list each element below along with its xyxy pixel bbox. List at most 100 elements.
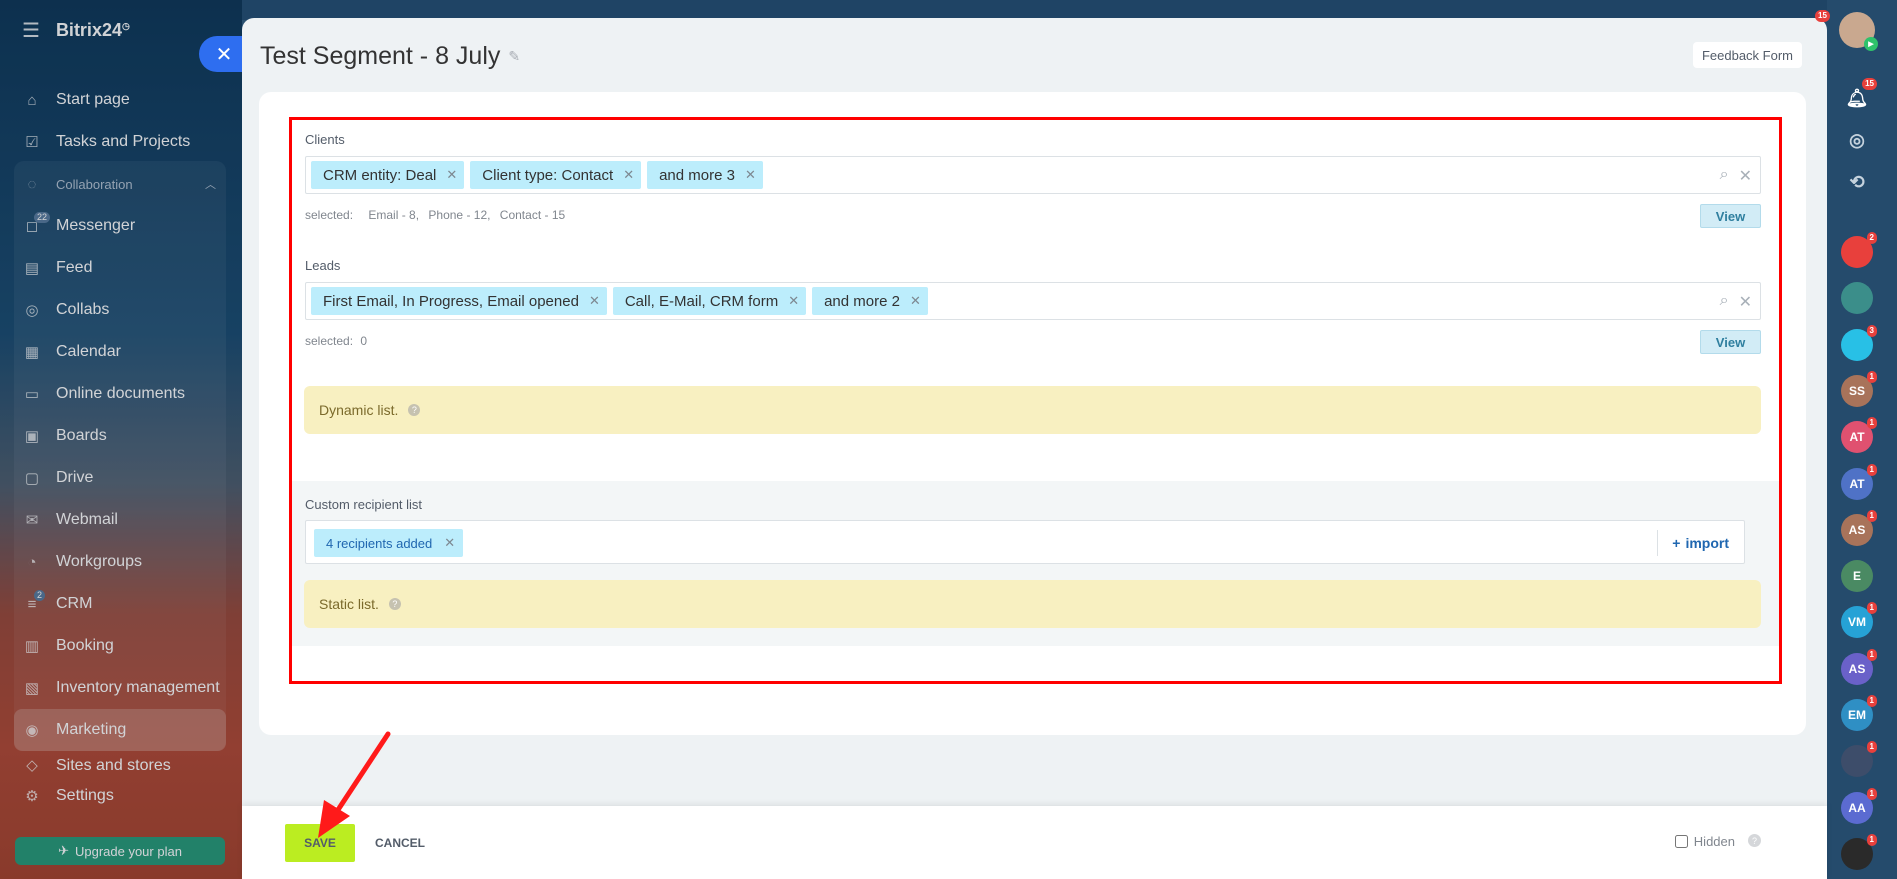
- remove-tag-icon[interactable]: ✕: [446, 167, 457, 183]
- unread-count-badge: 3: [1866, 324, 1877, 337]
- page-title-text: Test Segment - 8 July: [260, 42, 501, 70]
- contact-avatar[interactable]: E: [1841, 560, 1873, 593]
- tag-label: First Email, In Progress, Email opened: [323, 292, 579, 310]
- notifications-count-badge: 15: [1862, 78, 1877, 90]
- target-icon: ◎: [1849, 129, 1865, 150]
- tag-label: CRM entity: Deal: [323, 166, 437, 184]
- contact-avatar[interactable]: SS 1: [1841, 370, 1877, 407]
- contact-avatar[interactable]: VM 1: [1841, 602, 1877, 639]
- search-panel-button[interactable]: ⟲: [1841, 166, 1873, 198]
- tag-label: and more 3: [659, 166, 735, 184]
- right-panel: 15 ▶ 🔔︎ 15 ◎ ⟲ 2 3 SS 1 AT 1 AT 1 AS 1 E VM 1 AS 1 EM 1 1…: [1815, 0, 1897, 879]
- feedback-form-button[interactable]: Feedback Form: [1692, 42, 1802, 68]
- avatar-initials: AS: [1848, 522, 1866, 537]
- unread-count-badge: 1: [1866, 602, 1877, 615]
- selected-contact-count: Contact - 15: [499, 208, 566, 222]
- tag-label: and more 2: [824, 292, 900, 310]
- selected-phone-count: Phone - 12,: [428, 208, 491, 222]
- clients-selected-summary: selected: Email - 8, Phone - 12, Contact…: [305, 208, 565, 222]
- tag-label: Call, E-Mail, CRM form: [624, 292, 779, 310]
- avatar-initials: AA: [1848, 800, 1866, 815]
- contact-avatar[interactable]: AS 1: [1841, 509, 1877, 546]
- recipients-tag[interactable]: 4 recipients added ✕: [314, 529, 464, 557]
- unread-count-badge: 1: [1866, 787, 1877, 800]
- selected-label: selected:: [305, 208, 354, 222]
- contact-avatar[interactable]: 3: [1841, 324, 1877, 361]
- leads-view-button[interactable]: View: [1700, 330, 1761, 354]
- clients-filter-box[interactable]: CRM entity: Deal ✕ Client type: Contact ✕ …: [305, 156, 1761, 194]
- import-label: import: [1685, 535, 1729, 551]
- edit-pencil-icon[interactable]: ✎: [508, 48, 520, 65]
- clients-view-button[interactable]: View: [1700, 204, 1761, 228]
- avatar-initials: E: [1852, 569, 1861, 584]
- help-icon[interactable]: ?: [1748, 834, 1761, 847]
- help-icon[interactable]: ?: [388, 598, 401, 610]
- selected-label: selected:: [305, 334, 354, 348]
- custom-recipient-box[interactable]: 4 recipients added ✕ + import: [305, 520, 1745, 564]
- hidden-checkbox[interactable]: [1674, 835, 1688, 848]
- overlay-dim: [0, 0, 242, 879]
- avatar-initials: EM: [1848, 708, 1866, 722]
- selected-email-count: Email - 8,: [368, 208, 420, 222]
- contact-avatar[interactable]: 2: [1841, 232, 1877, 268]
- avatar-initials: AT: [1849, 430, 1865, 445]
- leads-filter-box[interactable]: First Email, In Progress, Email opened ✕ …: [305, 282, 1761, 320]
- leads-label: Leads: [305, 258, 341, 273]
- bell-icon: 🔔︎: [1845, 87, 1869, 108]
- leads-tag[interactable]: Call, E-Mail, CRM form ✕: [612, 287, 807, 315]
- clients-tag[interactable]: CRM entity: Deal ✕: [311, 161, 465, 189]
- clear-icon[interactable]: ✕: [1739, 292, 1752, 312]
- red-arrow-annotation: [318, 731, 391, 838]
- unread-count-badge: 1: [1866, 741, 1877, 754]
- contact-avatar[interactable]: AT 1: [1841, 417, 1877, 454]
- remove-tag-icon[interactable]: ✕: [910, 293, 921, 309]
- top-bar-background: [242, 0, 1827, 20]
- remove-tag-icon[interactable]: ✕: [444, 535, 455, 551]
- contact-avatar[interactable]: [1841, 282, 1873, 315]
- remove-tag-icon[interactable]: ✕: [745, 167, 756, 183]
- avatar-initials: SS: [1848, 383, 1865, 398]
- close-slider-button[interactable]: ✕: [199, 36, 243, 72]
- contact-avatar[interactable]: AT 1: [1841, 463, 1877, 500]
- clients-tag[interactable]: Client type: Contact ✕: [470, 161, 642, 189]
- search-icon[interactable]: ⌕: [1720, 166, 1729, 186]
- play-icon: ▶: [1864, 37, 1878, 51]
- clear-icon[interactable]: ✕: [1739, 166, 1752, 186]
- custom-recipient-label: Custom recipient list: [305, 497, 423, 512]
- contact-avatar[interactable]: 1: [1841, 833, 1877, 870]
- remove-tag-icon[interactable]: ✕: [788, 293, 799, 309]
- contact-avatar[interactable]: EM 1: [1841, 695, 1877, 731]
- segment-editor-slider: Test Segment - 8 July ✎ Feedback Form: [242, 18, 1827, 879]
- plus-icon: +: [1672, 535, 1681, 551]
- unread-count-badge: 1: [1866, 463, 1877, 476]
- unread-count-badge: 2: [1866, 232, 1877, 244]
- close-icon: ✕: [215, 43, 233, 66]
- dynamic-list-notice: Dynamic list. ?: [304, 386, 1761, 434]
- leads-selected-summary: selected: 0: [305, 334, 367, 348]
- unread-count-badge: 1: [1866, 648, 1877, 661]
- contact-avatar[interactable]: 1: [1841, 741, 1877, 778]
- leads-tag[interactable]: and more 2 ✕: [812, 287, 928, 315]
- avatar-initials: AT: [1849, 476, 1865, 491]
- contact-avatar[interactable]: AS 1: [1841, 648, 1877, 685]
- activity-button[interactable]: ◎: [1841, 124, 1873, 156]
- import-button[interactable]: + import: [1657, 530, 1743, 556]
- static-list-notice: Static list. ?: [304, 580, 1761, 628]
- notifications-button[interactable]: 🔔︎ 15: [1841, 78, 1877, 114]
- top-count-badge: 15: [1815, 10, 1830, 22]
- tag-label: Client type: Contact: [482, 166, 614, 184]
- filter-box-icons: ⌕ ✕: [1720, 166, 1752, 186]
- contact-avatar[interactable]: AA 1: [1841, 787, 1877, 824]
- hidden-toggle[interactable]: Hidden: [1674, 834, 1735, 849]
- leads-tag[interactable]: First Email, In Progress, Email opened ✕: [311, 287, 607, 315]
- clients-tag[interactable]: and more 3 ✕: [647, 161, 763, 189]
- dynamic-list-label: Dynamic list.: [319, 402, 399, 418]
- search-icon[interactable]: ⌕: [1720, 292, 1729, 312]
- clients-label: Clients: [305, 132, 345, 147]
- user-avatar[interactable]: 15 ▶: [1815, 10, 1878, 51]
- unread-count-badge: 1: [1866, 833, 1877, 846]
- remove-tag-icon[interactable]: ✕: [589, 293, 600, 309]
- recipients-tag-label: 4 recipients added: [326, 535, 433, 551]
- help-icon[interactable]: ?: [408, 404, 421, 416]
- remove-tag-icon[interactable]: ✕: [623, 167, 634, 183]
